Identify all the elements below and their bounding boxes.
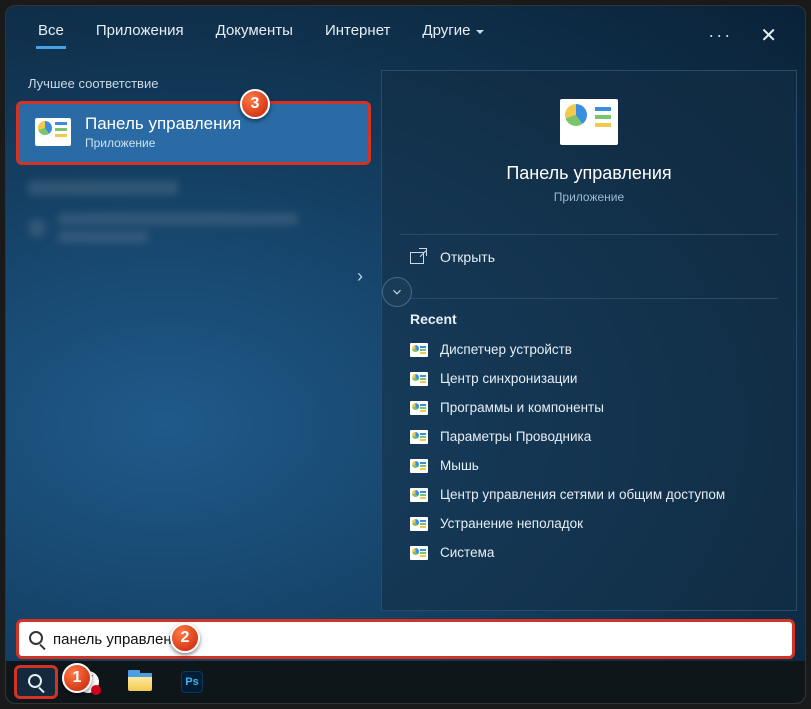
recent-item[interactable]: Программы и компоненты: [392, 393, 786, 422]
search-tabs: Все Приложения Документы Интернет Другие…: [6, 6, 805, 64]
chevron-down-icon: [390, 285, 404, 299]
search-input[interactable]: [53, 631, 782, 648]
recent-item-label: Диспетчер устройств: [440, 342, 572, 357]
taskbar-search-button[interactable]: [14, 665, 58, 699]
recent-list: Диспетчер устройств Центр синхронизации …: [382, 333, 796, 577]
recent-item-label: Программы и компоненты: [440, 400, 604, 415]
detail-right-pane: Панель управления Приложение Открыть Rec…: [381, 70, 797, 611]
annotation-badge-2: 2: [170, 623, 200, 653]
control-panel-icon: [35, 118, 71, 146]
recent-item[interactable]: Система: [392, 538, 786, 567]
search-icon: [28, 674, 44, 690]
results-left-pane: Лучшее соответствие Панель управления Пр…: [6, 64, 381, 619]
recent-item[interactable]: Центр управления сетями и общим доступом: [392, 480, 786, 509]
recent-item[interactable]: Центр синхронизации: [392, 364, 786, 393]
tab-apps[interactable]: Приложения: [82, 16, 198, 55]
best-match-result[interactable]: Панель управления Приложение: [16, 101, 371, 165]
collapse-toggle[interactable]: [382, 277, 412, 307]
recent-item-label: Система: [440, 545, 494, 560]
explorer-icon: [128, 673, 152, 691]
recent-item[interactable]: Параметры Проводника: [392, 422, 786, 451]
photoshop-icon: Ps: [181, 671, 203, 693]
search-bar[interactable]: [16, 619, 795, 659]
control-panel-icon: [410, 343, 428, 357]
detail-hero: Панель управления Приложение: [382, 71, 796, 222]
open-label: Открыть: [440, 249, 495, 265]
recent-heading: Recent: [382, 299, 796, 333]
best-match-texts: Панель управления Приложение: [85, 114, 241, 150]
best-match-subtitle: Приложение: [85, 136, 241, 150]
tab-all[interactable]: Все: [24, 16, 78, 55]
web-results-blurred: [6, 165, 381, 259]
annotation-badge-1: 1: [62, 663, 92, 693]
control-panel-icon: [410, 430, 428, 444]
best-match-title: Панель управления: [85, 114, 241, 134]
search-window: Все Приложения Документы Интернет Другие…: [5, 5, 806, 704]
tab-web[interactable]: Интернет: [311, 16, 404, 55]
more-options-button[interactable]: ···: [694, 25, 746, 46]
close-button[interactable]: ✕: [750, 23, 787, 48]
best-match-heading: Лучшее соответствие: [6, 72, 381, 101]
recent-item[interactable]: Диспетчер устройств: [392, 335, 786, 364]
recent-item[interactable]: Устранение неполадок: [392, 509, 786, 538]
recent-item-label: Параметры Проводника: [440, 429, 591, 444]
control-panel-icon: [410, 517, 428, 531]
recent-item-label: Центр синхронизации: [440, 371, 577, 386]
taskbar-photoshop[interactable]: Ps: [170, 665, 214, 699]
control-panel-icon: [410, 546, 428, 560]
control-panel-icon: [410, 488, 428, 502]
control-panel-icon: [560, 99, 618, 145]
detail-subtitle: Приложение: [554, 190, 624, 204]
recent-item[interactable]: Мышь: [392, 451, 786, 480]
open-action[interactable]: Открыть: [382, 235, 796, 279]
divider: [400, 298, 778, 299]
search-icon: [29, 631, 45, 647]
detail-title: Панель управления: [506, 163, 671, 184]
taskbar: Y Ps: [6, 661, 805, 703]
search-body: Лучшее соответствие Панель управления Пр…: [6, 64, 805, 619]
tab-more[interactable]: Другие: [408, 16, 498, 55]
control-panel-icon: [410, 459, 428, 473]
control-panel-icon: [410, 401, 428, 415]
taskbar-explorer[interactable]: [118, 665, 162, 699]
chevron-right-icon[interactable]: ›: [357, 266, 363, 287]
recent-item-label: Мышь: [440, 458, 479, 473]
open-icon: [410, 250, 426, 264]
control-panel-icon: [410, 372, 428, 386]
annotation-badge-3: 3: [240, 89, 270, 119]
recent-item-label: Устранение неполадок: [440, 516, 583, 531]
tab-docs[interactable]: Документы: [202, 16, 307, 55]
recent-item-label: Центр управления сетями и общим доступом: [440, 487, 725, 502]
